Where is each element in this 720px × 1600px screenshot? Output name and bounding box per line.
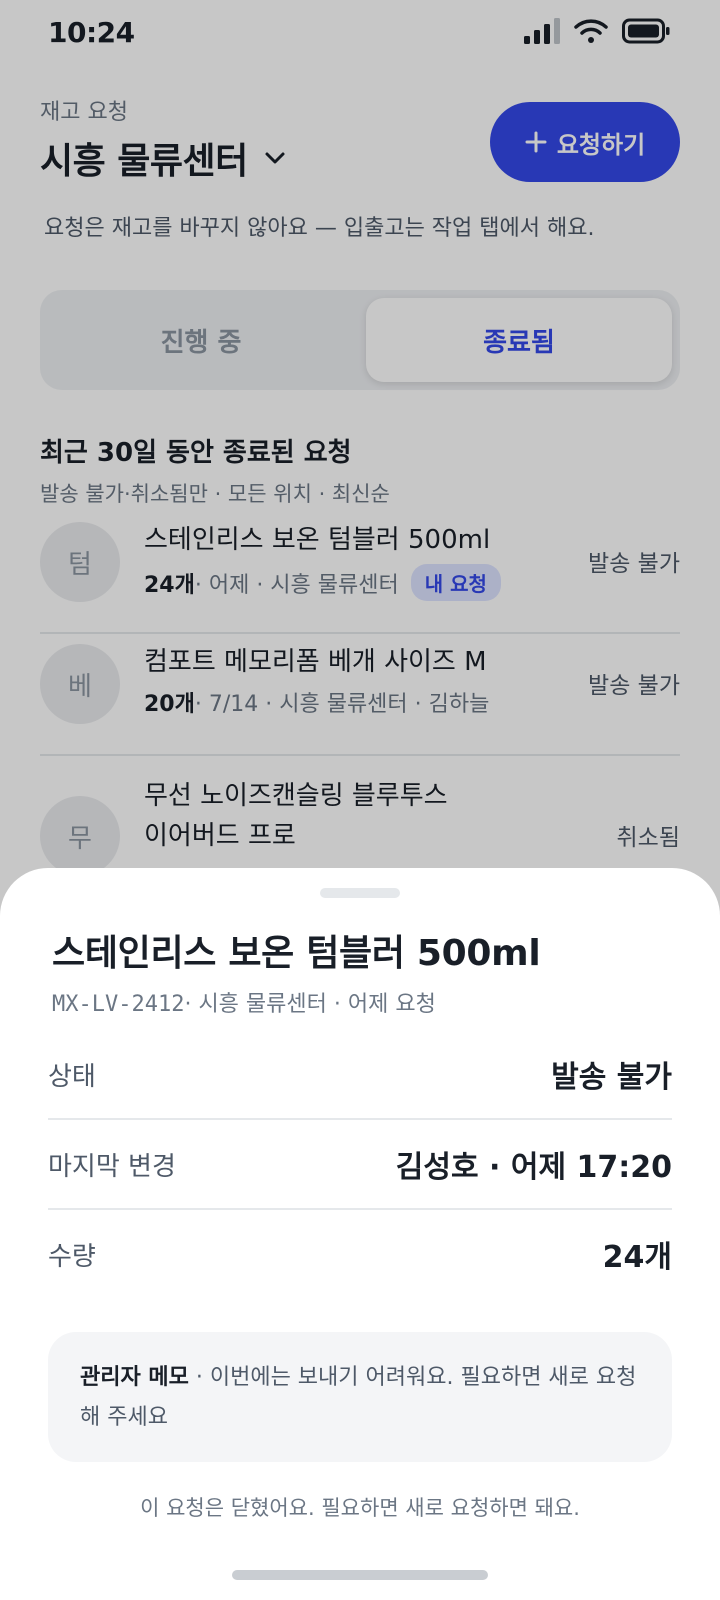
sku-code: MX-LV-2412 [52,992,185,1017]
sheet-meta-details: · 시흥 물류센터 · 어제 요청 [184,992,436,1017]
detail-row-quantity: 수량 24개 [48,1210,672,1298]
home-indicator [232,1570,488,1580]
memo-label: 관리자 메모 [80,1365,189,1390]
sheet-handle[interactable] [320,888,400,898]
sheet-meta: MX-LV-2412 · 시흥 물류센터 · 어제 요청 [52,986,436,1018]
detail-value: 김성호 · 어제 17:20 [395,1150,672,1185]
detail-label: 수량 [48,1241,96,1272]
closed-note: 이 요청은 닫혔어요. 필요하면 새로 요청하면 돼요. [140,1496,580,1520]
detail-value: 발송 불가 [551,1060,672,1095]
detail-value: 24개 [602,1240,672,1275]
request-detail-sheet: 스테인리스 보온 텀블러 500ml MX-LV-2412 · 시흥 물류센터 … [0,868,720,1600]
detail-label: 마지막 변경 [48,1151,176,1182]
admin-memo: 관리자 메모 · 이번에는 보내기 어려워요. 필요하면 새로 요청해 주세요 [48,1332,672,1462]
detail-row-last-changed: 마지막 변경 김성호 · 어제 17:20 [48,1120,672,1208]
detail-row-status: 상태 발송 불가 [48,1030,672,1118]
detail-label: 상태 [48,1061,96,1092]
sheet-title: 스테인리스 보온 텀블러 500ml [52,933,541,974]
